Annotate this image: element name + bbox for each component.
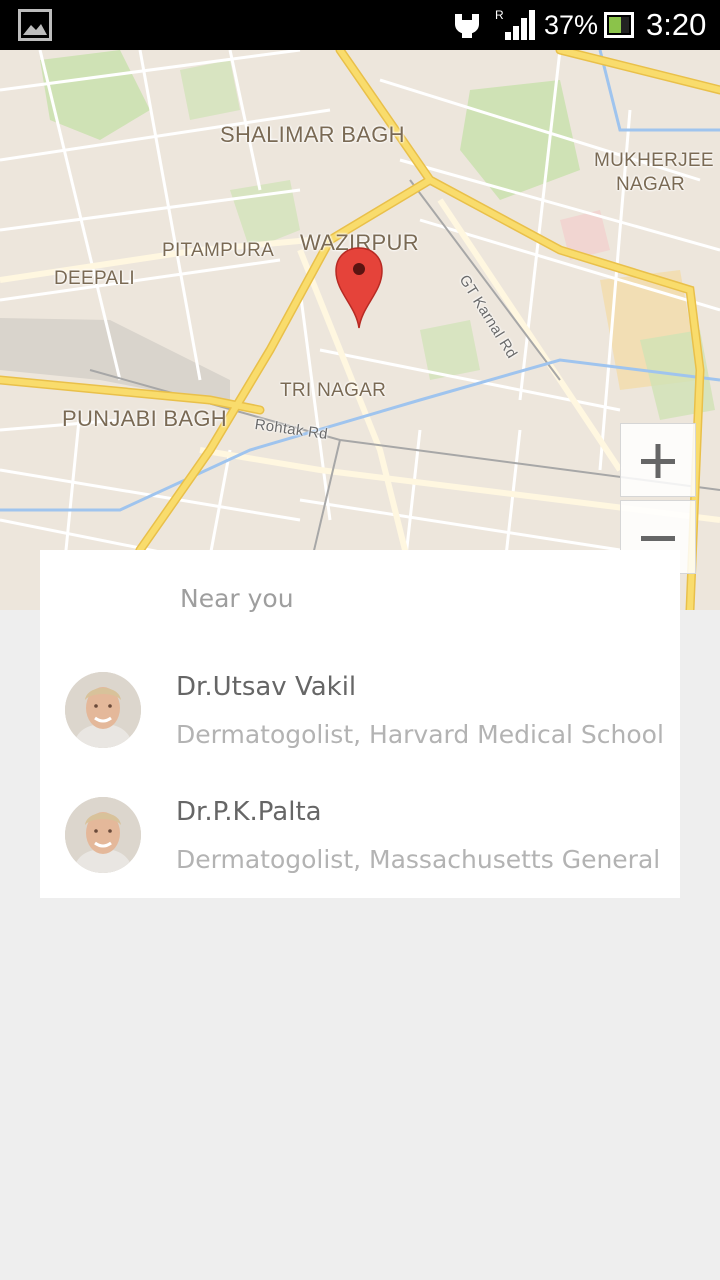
avatar [65,672,141,748]
map-label-tri-nagar: TRI NAGAR [280,380,387,401]
doctor-name: Dr.Utsav Vakil [176,672,357,702]
doctor-list-item[interactable]: Dr.Utsav Vakil Dermatogolist, Harvard Me… [40,672,680,782]
gallery-icon [18,9,52,41]
map-label-shalimar-bagh: SHALIMAR BAGH [220,122,405,147]
clock: 3:20 [646,7,707,42]
doctor-subtitle: Dermatogolist, Harvard Medical School [176,720,664,749]
doctor-list-item[interactable]: Dr.P.K.Palta Dermatogolist, Massachusett… [40,797,680,907]
battery-percentage: 37% [544,10,599,40]
location-pin-icon[interactable] [334,246,384,330]
signal-icon: R [495,8,535,40]
zoom-in-button[interactable] [620,423,696,497]
near-you-heading: Near you [180,584,294,613]
usb-debug-icon [455,14,479,38]
map-label-punjabi-bagh: PUNJABI BAGH [62,406,227,431]
battery-icon [604,12,634,38]
map-label-pitampura: PITAMPURA [162,240,275,261]
near-you-card: Near you Dr.Utsav Vakil Dermatogolist, H… [40,550,680,898]
avatar [65,797,141,873]
map-label-mukherjee-nagar-2: NAGAR [616,174,686,195]
map-view[interactable]: SHALIMAR BAGH MUKHERJEE NAGAR WAZIRPUR P… [0,50,720,610]
map-label-mukherjee-nagar-1: MUKHERJEE [594,150,714,171]
doctor-name: Dr.P.K.Palta [176,797,322,827]
status-bar: R 37% 3:20 [0,0,720,50]
map-label-deepali: DEEPALI [54,268,135,289]
doctor-subtitle: Dermatogolist, Massachusetts General [176,845,661,874]
plus-icon [641,444,675,478]
roaming-indicator: R [495,8,504,22]
